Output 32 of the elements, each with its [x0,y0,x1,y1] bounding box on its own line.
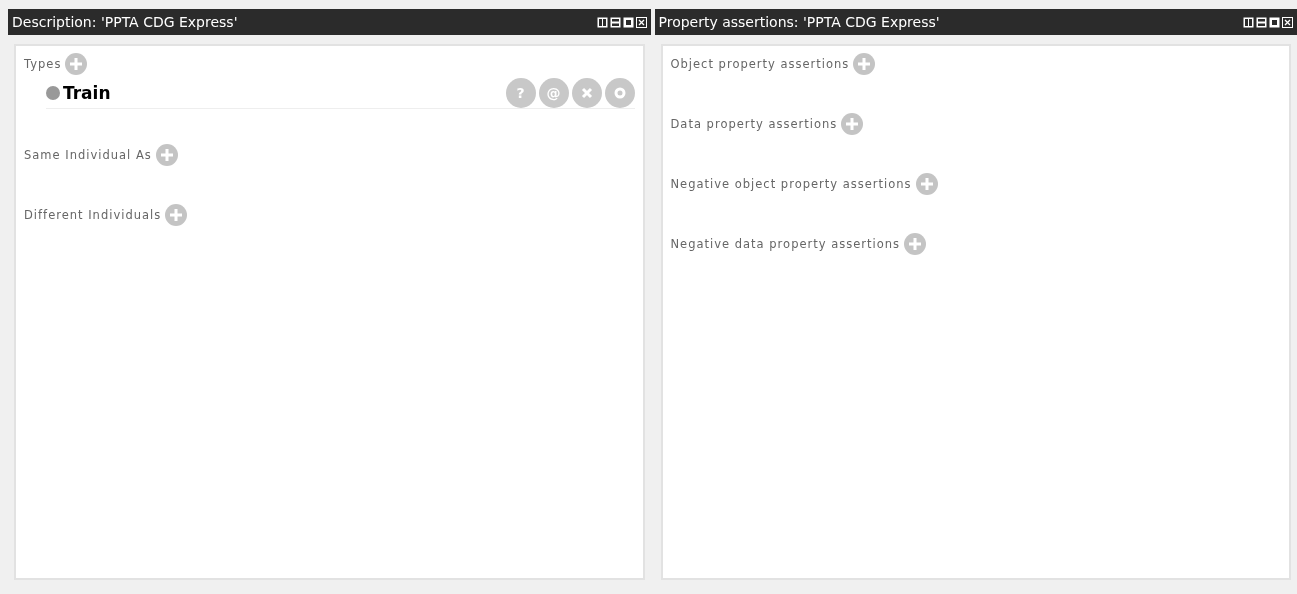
add-icon[interactable] [155,144,178,166]
section-label: Same Individual As [24,148,152,162]
edit-button[interactable] [604,78,635,108]
section-label: Different Individuals [24,208,162,222]
cross-icon [580,87,593,99]
split-icon[interactable] [596,16,608,28]
section-label: Data property assertions [670,117,838,131]
minimize-icon[interactable] [1256,16,1267,28]
add-icon[interactable] [841,113,864,135]
type-name[interactable]: Train [63,83,503,103]
close-icon[interactable] [635,16,647,28]
delete-button[interactable] [571,78,602,108]
panel-title: Property assertions: 'PPTA CDG Express' [658,14,940,30]
ring-icon [613,87,626,99]
add-icon[interactable] [904,233,927,255]
action-button[interactable]: @ [538,78,569,108]
section-label: Negative data property assertions [670,237,901,251]
class-dot-icon [46,86,60,100]
section-label: Negative object property assertions [670,177,912,191]
split-icon[interactable] [1243,16,1254,28]
minimize-icon[interactable] [609,16,621,28]
maximize-icon[interactable] [622,16,634,28]
action-button[interactable]: ? [505,78,536,108]
panel-title: Description: 'PPTA CDG Express' [12,14,238,30]
add-icon[interactable] [65,53,88,75]
close-icon[interactable] [1282,16,1293,28]
add-icon[interactable] [915,173,938,195]
section-label: Object property assertions [670,57,850,71]
add-icon[interactable] [853,53,876,75]
add-icon[interactable] [165,204,188,226]
maximize-icon[interactable] [1269,16,1280,28]
section-label: Types [24,57,62,71]
